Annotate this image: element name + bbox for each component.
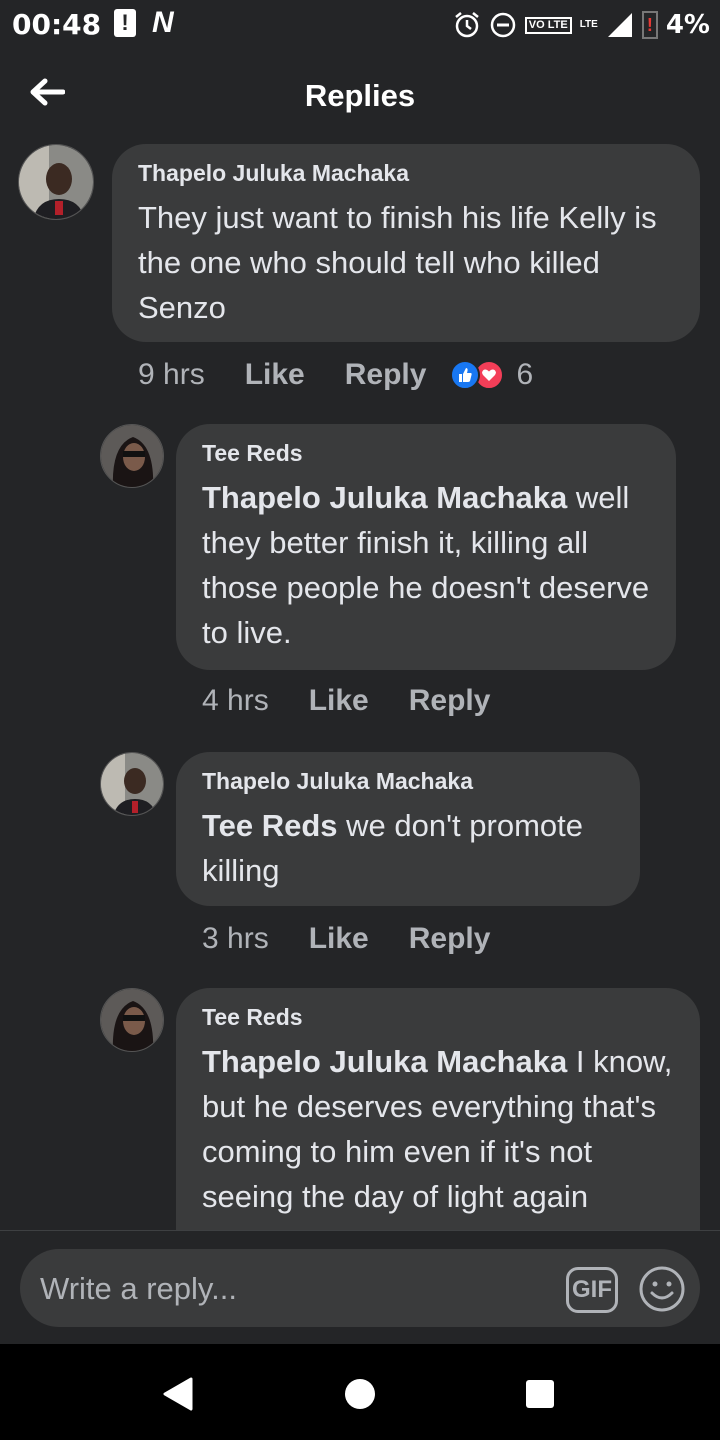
- circle-home-icon: [345, 1379, 375, 1409]
- reply-placeholder: Write a reply...: [40, 1271, 237, 1306]
- avatar-photo: [101, 425, 163, 487]
- reply-button[interactable]: Reply: [345, 358, 427, 392]
- comment-author[interactable]: Tee Reds: [202, 440, 650, 467]
- avatar[interactable]: [18, 144, 94, 220]
- alert-icon: !: [114, 9, 136, 37]
- volte-icon: VO LTE: [524, 16, 572, 34]
- comment-text: Thapelo Juluka Machaka well they better …: [202, 475, 650, 655]
- like-button[interactable]: Like: [309, 922, 369, 956]
- reaction-count: 6: [516, 358, 534, 391]
- recents-nav-button[interactable]: [520, 1374, 560, 1414]
- back-nav-button[interactable]: [158, 1374, 198, 1414]
- lte-icon: LTE: [579, 19, 598, 30]
- page-title: Replies: [304, 78, 416, 113]
- battery-percentage: 4%: [665, 10, 710, 40]
- status-icons: VO LTE LTE 4%: [453, 7, 710, 43]
- mention-link[interactable]: Thapelo Juluka Machaka: [202, 480, 567, 515]
- avatar[interactable]: [100, 988, 164, 1052]
- header: Replies: [0, 52, 720, 142]
- reply-button[interactable]: Reply: [409, 684, 491, 718]
- navigation-bar: [0, 1344, 720, 1440]
- comment-time: 4 hrs: [202, 684, 269, 717]
- reply-input[interactable]: Write a reply... GIF: [20, 1249, 700, 1327]
- alarm-icon: [454, 12, 479, 38]
- comment-time: 3 hrs: [202, 922, 269, 955]
- comment-text: Thapelo Juluka Machaka I know, but he de…: [202, 1039, 674, 1219]
- comment-actions: 3 hrs Like Reply: [202, 922, 530, 956]
- signal-icon: [607, 13, 632, 37]
- mention-link[interactable]: Thapelo Juluka Machaka: [202, 1044, 567, 1079]
- avatar[interactable]: [100, 424, 164, 488]
- avatar-photo: [101, 989, 163, 1051]
- like-button[interactable]: Like: [309, 684, 369, 718]
- comment-author[interactable]: Tee Reds: [202, 1004, 674, 1031]
- comment-bubble[interactable]: Thapelo Juluka Machaka Tee Reds we don't…: [176, 752, 640, 906]
- status-time: 00:48: [12, 8, 102, 41]
- smiley-icon: [639, 1266, 685, 1312]
- triangle-back-icon: [163, 1377, 193, 1411]
- avatar-photo: [101, 753, 163, 815]
- battery-low-icon: [641, 11, 658, 39]
- mention-link[interactable]: Tee Reds: [202, 808, 338, 843]
- like-button[interactable]: Like: [245, 358, 305, 392]
- avatar-photo: [19, 145, 93, 219]
- emoji-button[interactable]: [638, 1265, 686, 1313]
- reactions-summary[interactable]: 6: [450, 358, 533, 392]
- comment-bubble[interactable]: Tee Reds Thapelo Juluka Machaka well the…: [176, 424, 676, 670]
- gif-button[interactable]: GIF: [566, 1267, 618, 1313]
- comment-text: They just want to finish his life Kelly …: [138, 200, 657, 325]
- comment-time: 9 hrs: [138, 358, 205, 391]
- comment-text: Tee Reds we don't promote killing: [202, 803, 614, 893]
- reply-button[interactable]: Reply: [409, 922, 491, 956]
- comment-bubble[interactable]: Tee Reds Thapelo Juluka Machaka I know, …: [176, 988, 700, 1230]
- status-bar: 00:48 ! N VO LTE LTE 4%: [0, 0, 720, 52]
- comment-clip: Tee Reds Thapelo Juluka Machaka I know, …: [176, 988, 700, 1230]
- home-nav-button[interactable]: [340, 1374, 380, 1414]
- square-recents-icon: [526, 1380, 554, 1408]
- thumbs-up-icon: [450, 360, 481, 390]
- notification-n-icon: N: [152, 6, 174, 39]
- comment-bubble[interactable]: Thapelo Juluka Machaka They just want to…: [112, 144, 700, 342]
- comment-actions: 4 hrs Like Reply: [202, 684, 530, 718]
- comment-author[interactable]: Thapelo Juluka Machaka: [202, 768, 614, 795]
- avatar[interactable]: [100, 752, 164, 816]
- comment-author[interactable]: Thapelo Juluka Machaka: [138, 160, 674, 187]
- reply-composer: Write a reply... GIF: [0, 1230, 720, 1344]
- do-not-disturb-icon: [490, 12, 516, 38]
- comment-actions: 9 hrs Like Reply 6: [138, 358, 533, 392]
